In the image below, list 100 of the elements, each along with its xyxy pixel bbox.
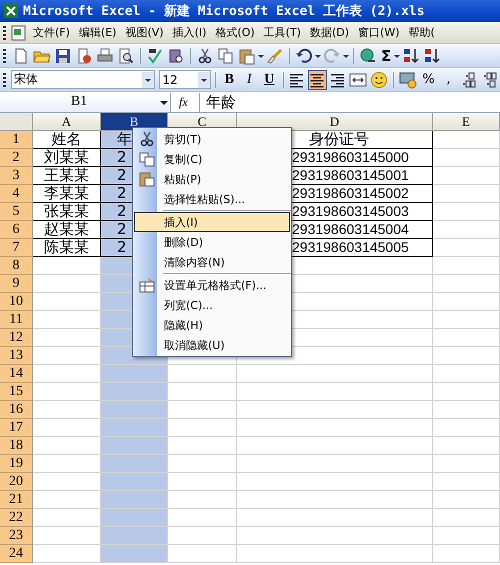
row-header[interactable]: 13 xyxy=(0,347,33,365)
toolbar-grip[interactable] xyxy=(3,26,6,40)
row-header[interactable]: 5 xyxy=(0,203,33,221)
font-size-dropdown[interactable]: 12 xyxy=(159,70,211,89)
menu-item[interactable]: 数据(D) xyxy=(304,25,354,40)
caret-icon[interactable] xyxy=(198,72,210,88)
row-header[interactable]: 11 xyxy=(0,311,33,329)
table-cell xyxy=(433,383,500,401)
row-header[interactable]: 19 xyxy=(0,455,33,473)
table-cell xyxy=(101,527,168,545)
table-cell xyxy=(168,383,237,401)
font-dropdown[interactable]: 宋体 xyxy=(10,70,156,89)
table-cell xyxy=(101,545,168,563)
table-cell xyxy=(101,473,168,491)
spell-check-icon[interactable] xyxy=(146,46,164,64)
row-header[interactable]: 2 xyxy=(0,149,33,167)
scissors-icon xyxy=(139,131,155,147)
context-menu-item[interactable]: 隐藏(H) xyxy=(134,315,290,335)
italic-button[interactable]: I xyxy=(240,70,259,90)
bold-button[interactable]: B xyxy=(220,70,239,90)
row-header[interactable]: 24 xyxy=(0,545,33,563)
currency-icon[interactable] xyxy=(399,70,417,88)
undo-icon[interactable] xyxy=(295,46,313,64)
row-header[interactable]: 18 xyxy=(0,437,33,455)
increase-decimal-icon[interactable] xyxy=(460,70,478,88)
formula-input[interactable]: 年龄 xyxy=(199,92,500,112)
clipboard-icon[interactable] xyxy=(238,46,256,64)
percent-button[interactable]: % xyxy=(419,70,438,90)
row-header[interactable]: 4 xyxy=(0,185,33,203)
table-cell xyxy=(168,509,237,527)
row-header[interactable]: 21 xyxy=(0,491,33,509)
column-header[interactable]: E xyxy=(433,113,500,131)
menu-item[interactable]: 插入(I) xyxy=(168,25,210,40)
row-header[interactable]: 3 xyxy=(0,167,33,185)
decrease-decimal-icon[interactable] xyxy=(481,70,499,88)
comma-button[interactable]: , xyxy=(439,70,458,90)
row-header[interactable]: 17 xyxy=(0,419,33,437)
menu-item[interactable]: 视图(V) xyxy=(120,25,168,40)
sort-descending-icon[interactable] xyxy=(423,46,442,64)
save-icon[interactable] xyxy=(54,46,72,64)
smiley-icon[interactable] xyxy=(370,70,388,88)
context-menu-item[interactable]: 列宽(C)... xyxy=(134,295,290,315)
table-cell xyxy=(433,275,500,293)
row-header[interactable]: 23 xyxy=(0,527,33,545)
copy-icon[interactable] xyxy=(217,46,235,64)
column-header[interactable]: A xyxy=(33,113,101,131)
context-menu-item[interactable]: 取消隐藏(U) xyxy=(134,335,290,355)
table-cell xyxy=(101,401,168,419)
menu-item[interactable]: 工具(T) xyxy=(258,25,305,40)
table-cell xyxy=(433,167,500,185)
table-cell xyxy=(433,329,500,347)
book-search-icon[interactable] xyxy=(167,46,185,64)
row-header[interactable]: 10 xyxy=(0,293,33,311)
table-cell xyxy=(433,509,500,527)
print-preview-icon[interactable] xyxy=(117,46,135,64)
menu-item[interactable]: 格式(O) xyxy=(210,25,259,40)
printer-icon[interactable] xyxy=(96,46,114,64)
window-title: Microsoft Excel - 新建 Microsoft Excel 工作表 (2).xls xyxy=(23,2,425,20)
toolbar-grip[interactable] xyxy=(3,48,6,62)
column-header[interactable]: D xyxy=(237,113,433,131)
table-cell xyxy=(433,257,500,275)
scissors-icon[interactable] xyxy=(196,46,214,64)
context-menu-item[interactable]: 插入(I) xyxy=(134,212,290,232)
table-cell xyxy=(433,401,500,419)
copy-icon xyxy=(139,151,155,167)
row-header[interactable]: 12 xyxy=(0,329,33,347)
globe-link-icon[interactable] xyxy=(359,46,377,64)
row-header[interactable]: 14 xyxy=(0,365,33,383)
merge-center-icon[interactable] xyxy=(349,70,368,88)
format-cells-icon xyxy=(139,277,155,293)
table-cell xyxy=(101,491,168,509)
context-menu-item[interactable]: 设置单元格格式(F)... xyxy=(134,275,290,295)
row-header[interactable]: 22 xyxy=(0,509,33,527)
row-header[interactable]: 15 xyxy=(0,383,33,401)
table-cell xyxy=(433,527,500,545)
table-cell xyxy=(168,401,237,419)
underline-button[interactable]: U xyxy=(260,70,279,90)
row-header[interactable]: 1 xyxy=(0,131,33,149)
row-header[interactable]: 16 xyxy=(0,401,33,419)
menu-item[interactable]: 窗口(W) xyxy=(353,25,404,40)
brush-icon[interactable] xyxy=(266,46,284,64)
row-header[interactable]: 8 xyxy=(0,257,33,275)
row-header[interactable]: 9 xyxy=(0,275,33,293)
spreadsheet-icon xyxy=(3,3,19,19)
name-box[interactable]: B1 xyxy=(0,92,171,112)
row-header[interactable]: 6 xyxy=(0,221,33,239)
sort-ascending-icon[interactable] xyxy=(402,46,420,64)
autosum-button[interactable]: Σ xyxy=(379,46,394,64)
table-cell xyxy=(433,545,500,563)
align-center-button[interactable] xyxy=(308,70,327,90)
row-header[interactable]: 7 xyxy=(0,239,33,257)
caret-icon[interactable] xyxy=(142,72,154,88)
menu-item[interactable]: 文件(F) xyxy=(28,25,74,40)
row-header[interactable]: 20 xyxy=(0,473,33,491)
document-icon[interactable] xyxy=(10,24,28,42)
insert-function-button[interactable]: fx xyxy=(179,94,199,110)
menu-item[interactable]: 帮助( xyxy=(404,25,439,40)
menu-item[interactable]: 编辑(E) xyxy=(74,25,120,40)
table-cell xyxy=(168,365,237,383)
toolbar-grip[interactable] xyxy=(3,72,6,86)
